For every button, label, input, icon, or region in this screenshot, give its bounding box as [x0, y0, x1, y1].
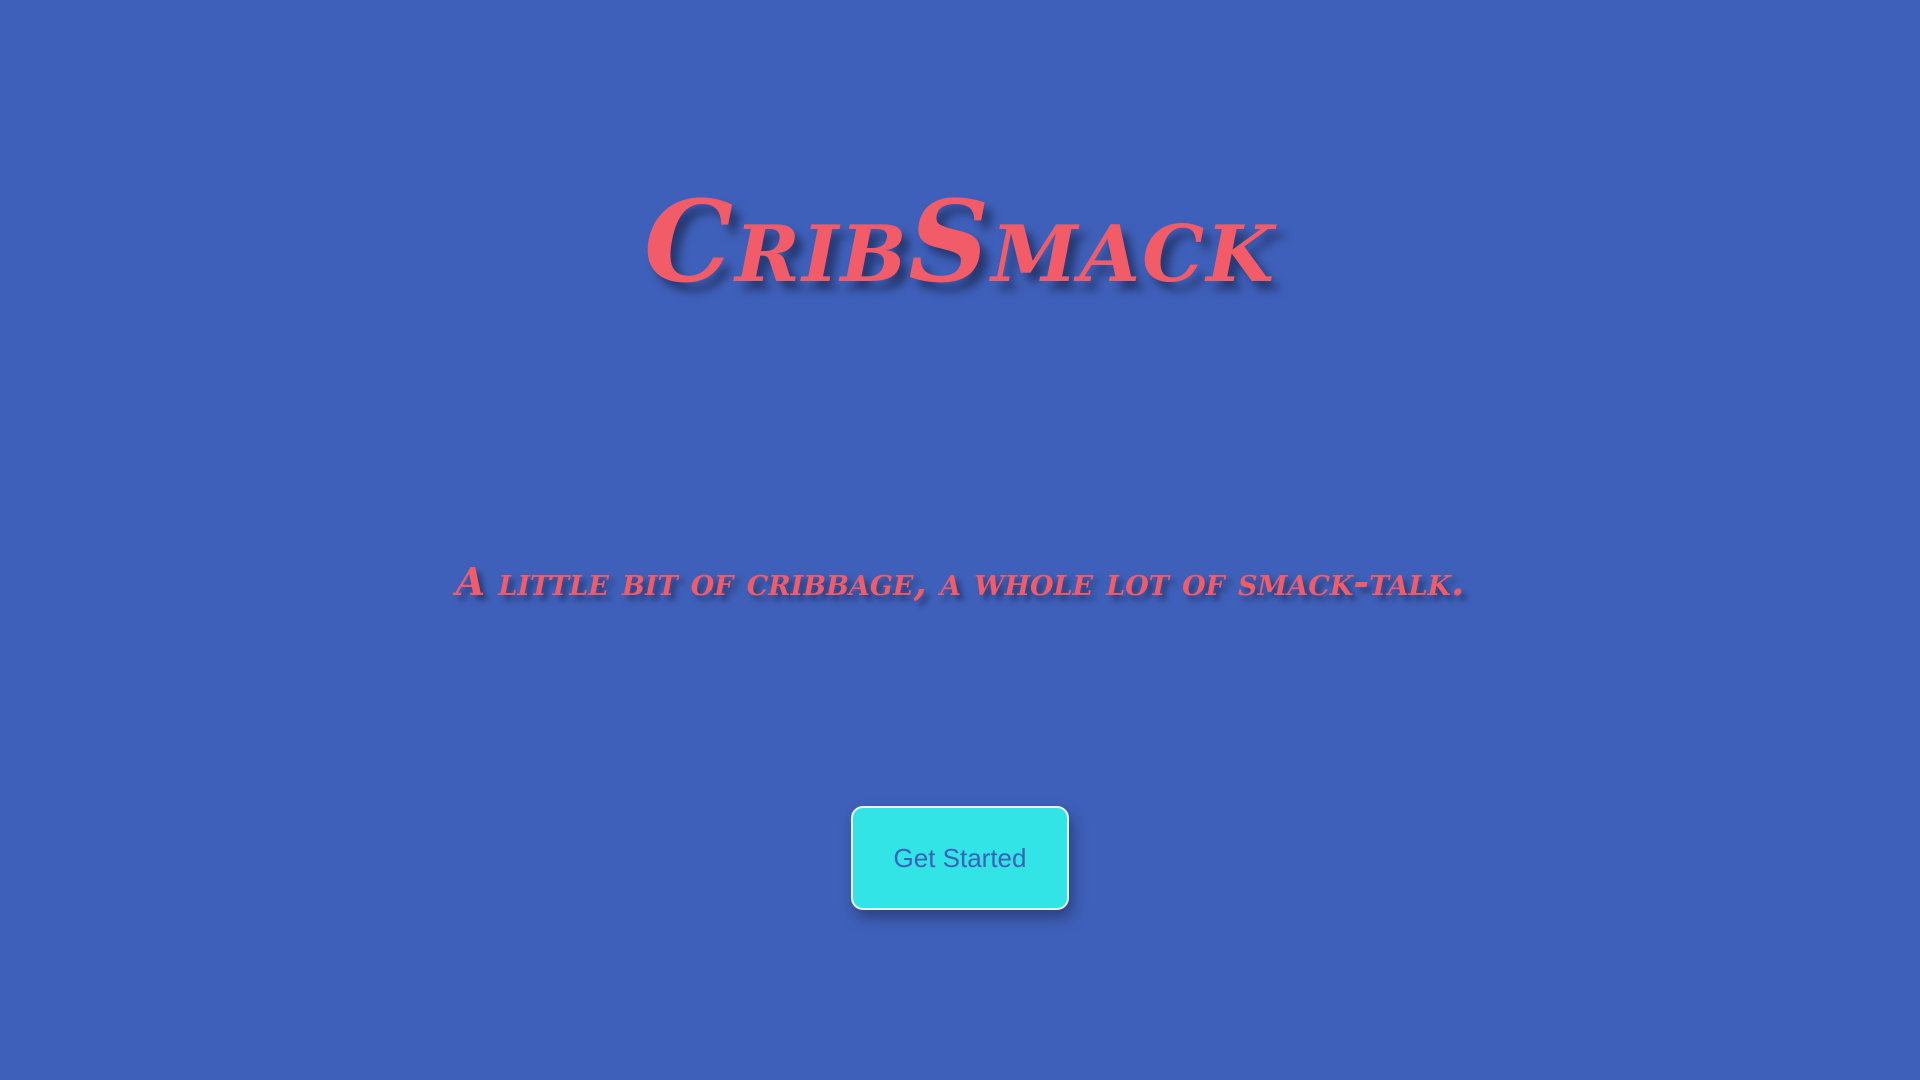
get-started-button[interactable]: Get Started [851, 806, 1069, 910]
app-tagline: A little bit of cribbage, a whole lot of… [455, 559, 1465, 604]
app-title: CribSmack [644, 177, 1276, 308]
